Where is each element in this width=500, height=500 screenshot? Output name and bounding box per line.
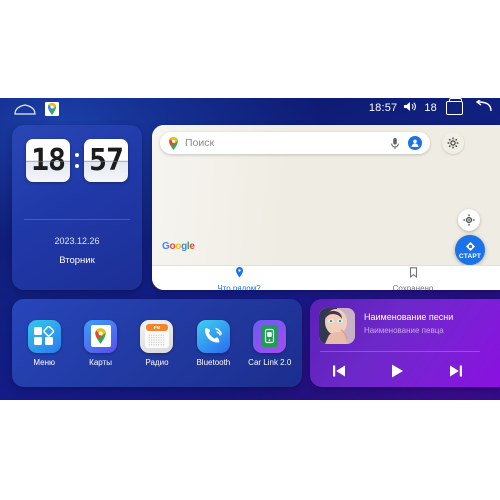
- clock-hours: 18: [26, 139, 70, 182]
- account-avatar-icon[interactable]: [408, 136, 422, 150]
- skip-next-icon: [450, 365, 463, 377]
- radio-icon: FM: [140, 319, 174, 353]
- status-bar: 18:57 18: [0, 98, 500, 120]
- play-button[interactable]: [388, 362, 406, 380]
- recents-icon[interactable]: [446, 98, 463, 115]
- clock-divider: [24, 219, 130, 220]
- apps-grid-icon: [27, 319, 61, 353]
- map-search-bar[interactable]: Поиск: [160, 132, 430, 154]
- bookmark-icon: [409, 265, 418, 283]
- clock-colon: [75, 153, 79, 168]
- microphone-icon[interactable]: [389, 137, 401, 150]
- clock-minutes: 57: [84, 139, 128, 182]
- next-track-button[interactable]: [448, 363, 464, 379]
- album-art: [319, 308, 355, 344]
- apps-shortcut-panel: Меню Карты FM Радио Bluetooth Car Link 2…: [12, 299, 302, 387]
- playback-controls: [310, 357, 485, 385]
- google-maps-icon: [84, 319, 118, 353]
- back-arrow-icon[interactable]: [474, 98, 492, 115]
- play-icon: [392, 364, 404, 378]
- volume-icon[interactable]: [404, 101, 417, 115]
- google-logo-letter: e: [189, 241, 195, 252]
- volume-level: 18: [424, 101, 437, 114]
- navigation-diamond-icon: [465, 241, 475, 251]
- map-tab-nearby[interactable]: Что рядом?: [152, 266, 326, 290]
- google-logo: Google: [162, 241, 195, 252]
- map-tab-saved[interactable]: Сохранено: [326, 266, 500, 290]
- skip-previous-icon: [332, 365, 345, 377]
- clock-weekday: Вторник: [59, 255, 95, 266]
- head-unit-home-screen: 18:57 18 18 57 2023.12.26 Вторник Поиск …: [0, 98, 500, 400]
- google-maps-pin-icon: [168, 136, 179, 150]
- map-tab-bar: Что рядом? Сохранено: [152, 265, 500, 290]
- locate-target-icon[interactable]: [458, 209, 480, 231]
- app-shortcut-maps[interactable]: Карты: [76, 319, 126, 367]
- app-shortcut-carlink[interactable]: Car Link 2.0: [245, 319, 295, 367]
- gear-icon[interactable]: [442, 132, 464, 154]
- map-tab-label: Что рядом?: [217, 283, 261, 291]
- bluetooth-phone-icon: [196, 319, 230, 353]
- app-shortcut-menu[interactable]: Меню: [19, 319, 69, 367]
- map-pin-icon: [235, 265, 244, 283]
- app-shortcut-radio[interactable]: FM Радио: [132, 319, 182, 367]
- radio-speaker-grill: [148, 333, 166, 346]
- status-bar-right: 18:57 18: [368, 98, 492, 115]
- google-maps-pin-icon[interactable]: [45, 102, 59, 116]
- music-divider: [320, 351, 480, 352]
- home-outline-icon[interactable]: [14, 104, 36, 115]
- car-link-icon: [253, 319, 287, 353]
- clock-date: 2023.12.26: [54, 236, 100, 246]
- track-title: Наименование песни: [364, 312, 454, 322]
- app-label: Меню: [33, 357, 55, 367]
- maps-widget[interactable]: Поиск Google СТАРТ Что рядом? Сохранено: [152, 125, 500, 290]
- app-label: Bluetooth: [196, 357, 231, 367]
- search-input[interactable]: Поиск: [185, 137, 389, 149]
- app-label: Car Link 2.0: [248, 357, 292, 367]
- music-player-widget[interactable]: Наименование песни Наименование певца: [310, 299, 500, 387]
- track-artist: Наименование певца: [364, 326, 444, 335]
- start-button-label: СТАРТ: [458, 252, 481, 260]
- start-navigation-button[interactable]: СТАРТ: [455, 235, 485, 265]
- app-label: Радио: [145, 357, 169, 367]
- radio-fm-badge: FM: [145, 323, 168, 331]
- status-time: 18:57: [368, 101, 398, 114]
- app-label: Карты: [89, 357, 112, 367]
- clock-widget[interactable]: 18 57 2023.12.26 Вторник: [12, 125, 142, 290]
- flip-clock: 18 57: [12, 139, 142, 182]
- previous-track-button[interactable]: [331, 363, 347, 379]
- map-tab-label: Сохранено: [392, 283, 434, 291]
- app-shortcut-bluetooth[interactable]: Bluetooth: [188, 319, 238, 367]
